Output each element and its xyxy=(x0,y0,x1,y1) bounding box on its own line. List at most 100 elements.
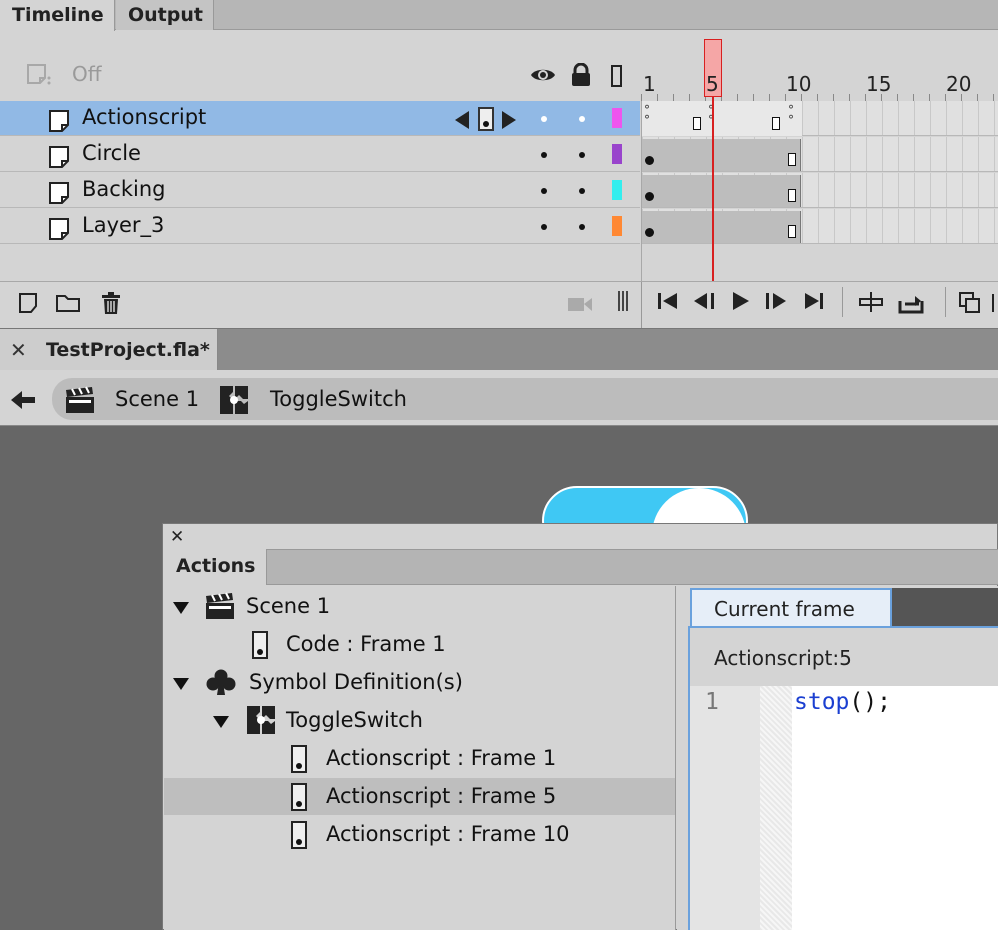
keyframe-end[interactable] xyxy=(788,225,796,238)
tab-current-frame[interactable]: Current frame xyxy=(690,588,892,628)
next-frame-icon[interactable] xyxy=(764,292,788,310)
lock-dot[interactable] xyxy=(579,152,585,158)
ruler-label: 5 xyxy=(706,72,719,96)
visibility-dot[interactable] xyxy=(541,116,547,122)
frame-span[interactable] xyxy=(642,139,801,171)
eye-icon[interactable] xyxy=(530,66,556,84)
expand-triangle-icon[interactable] xyxy=(213,716,229,728)
frame-script-icon xyxy=(291,821,307,849)
tree-item-actionscript-frame-10[interactable]: Actionscript : Frame 10 xyxy=(326,822,570,846)
keyframe[interactable] xyxy=(645,156,654,165)
breadcrumb-symbol[interactable]: ToggleSwitch xyxy=(270,387,407,411)
clapperboard-icon xyxy=(204,592,236,620)
new-layer-icon[interactable] xyxy=(18,292,40,314)
document-title[interactable]: TestProject.fla* xyxy=(46,339,210,361)
trash-icon[interactable] xyxy=(99,291,123,315)
keyframe-end[interactable] xyxy=(788,189,796,202)
outline-icon[interactable] xyxy=(611,65,622,87)
code-line[interactable]: stop(); xyxy=(794,689,891,715)
onion-skin-state: Off xyxy=(72,62,102,86)
document-tab[interactable]: ✕ TestProject.fla* xyxy=(0,329,218,371)
more-tools-icon[interactable] xyxy=(992,294,998,312)
breadcrumb-scene[interactable]: Scene 1 xyxy=(115,387,199,411)
tree-item-toggleswitch[interactable]: ToggleSwitch xyxy=(286,708,423,732)
onion-skin-icon[interactable] xyxy=(26,62,52,86)
expand-triangle-icon[interactable] xyxy=(173,678,189,690)
layer-icon xyxy=(48,109,72,133)
frame-script-icon xyxy=(252,631,268,659)
prev-keyframe-icon[interactable] xyxy=(455,111,469,129)
frame-script-icon xyxy=(291,783,307,811)
frame-label-marker: ° ° xyxy=(788,103,794,127)
tree-item-symbol-definitions[interactable]: Symbol Definition(s) xyxy=(249,670,463,694)
fold-margin xyxy=(760,686,792,930)
frame-row-circle[interactable] xyxy=(642,137,998,172)
lock-dot[interactable] xyxy=(579,116,585,122)
line-number: 1 xyxy=(705,689,719,715)
prev-frame-icon[interactable] xyxy=(693,292,717,310)
first-frame-icon[interactable] xyxy=(657,292,679,310)
frame-span[interactable] xyxy=(642,211,801,243)
tree-item-actionscript-frame-5[interactable]: Actionscript : Frame 5 xyxy=(326,784,556,808)
lock-icon[interactable] xyxy=(570,63,592,87)
play-icon[interactable] xyxy=(731,291,751,311)
playhead-line xyxy=(712,97,714,281)
layer-icon xyxy=(48,145,72,169)
movieclip-icon xyxy=(246,705,276,735)
layer-row-backing[interactable]: Backing xyxy=(0,173,640,208)
tab-output[interactable]: Output xyxy=(116,0,214,30)
frame-span[interactable] xyxy=(642,175,801,207)
visibility-dot[interactable] xyxy=(541,188,547,194)
layer-color-swatch[interactable] xyxy=(612,144,622,164)
panel-grip-icon[interactable] xyxy=(618,291,628,311)
club-icon xyxy=(206,668,236,696)
keyframe-end[interactable] xyxy=(788,153,796,166)
ruler-label: 1 xyxy=(643,72,656,96)
add-keyframe-icon[interactable] xyxy=(478,107,494,131)
frame-row-actionscript[interactable]: ° ° ° ° ° ° xyxy=(642,101,998,136)
keyframe-end[interactable] xyxy=(772,117,780,130)
layer-color-swatch[interactable] xyxy=(612,108,622,128)
keyframe-end[interactable] xyxy=(693,117,701,130)
lock-dot[interactable] xyxy=(579,188,585,194)
center-frame-icon[interactable] xyxy=(859,291,883,313)
keyframe[interactable] xyxy=(645,192,654,201)
layer-row-actionscript[interactable]: Actionscript xyxy=(0,101,640,136)
layer-icon xyxy=(48,217,72,241)
expand-triangle-icon[interactable] xyxy=(173,602,189,614)
frame-row-layer-3[interactable] xyxy=(642,209,998,244)
camera-icon[interactable] xyxy=(567,295,593,313)
tree-item-scene[interactable]: Scene 1 xyxy=(246,594,330,618)
close-icon[interactable]: ✕ xyxy=(170,527,184,547)
layer-name[interactable]: Actionscript xyxy=(82,105,206,129)
onion-skin-button-icon[interactable] xyxy=(959,292,981,314)
tree-item-code-frame-1[interactable]: Code : Frame 1 xyxy=(286,632,446,656)
layer-color-swatch[interactable] xyxy=(612,216,622,236)
ruler-label: 15 xyxy=(866,72,892,96)
layer-icon xyxy=(48,181,72,205)
line-number-gutter xyxy=(690,686,760,930)
code-punctuation: (); xyxy=(849,689,891,715)
layer-color-swatch[interactable] xyxy=(612,180,622,200)
frame-row-backing[interactable] xyxy=(642,173,998,208)
new-folder-icon[interactable] xyxy=(55,293,81,313)
lock-dot[interactable] xyxy=(579,224,585,230)
layer-name[interactable]: Circle xyxy=(82,141,141,165)
tree-item-actionscript-frame-1[interactable]: Actionscript : Frame 1 xyxy=(326,746,556,770)
back-arrow-icon[interactable] xyxy=(10,390,36,410)
tab-actions[interactable]: Actions xyxy=(163,549,267,585)
loop-icon[interactable] xyxy=(897,291,925,315)
layer-name[interactable]: Layer_3 xyxy=(82,213,164,237)
script-location: Actionscript:5 xyxy=(714,646,852,670)
last-frame-icon[interactable] xyxy=(803,292,825,310)
visibility-dot[interactable] xyxy=(541,224,547,230)
tab-timeline[interactable]: Timeline xyxy=(0,0,115,31)
visibility-dot[interactable] xyxy=(541,152,547,158)
next-keyframe-icon[interactable] xyxy=(502,111,516,129)
frame-grid[interactable]: ° ° ° ° ° ° xyxy=(641,101,998,281)
layer-row-layer-3[interactable]: Layer_3 xyxy=(0,209,640,244)
close-icon[interactable]: ✕ xyxy=(10,338,27,362)
layer-row-circle[interactable]: Circle xyxy=(0,137,640,172)
keyframe[interactable] xyxy=(645,228,654,237)
layer-name[interactable]: Backing xyxy=(82,177,165,201)
